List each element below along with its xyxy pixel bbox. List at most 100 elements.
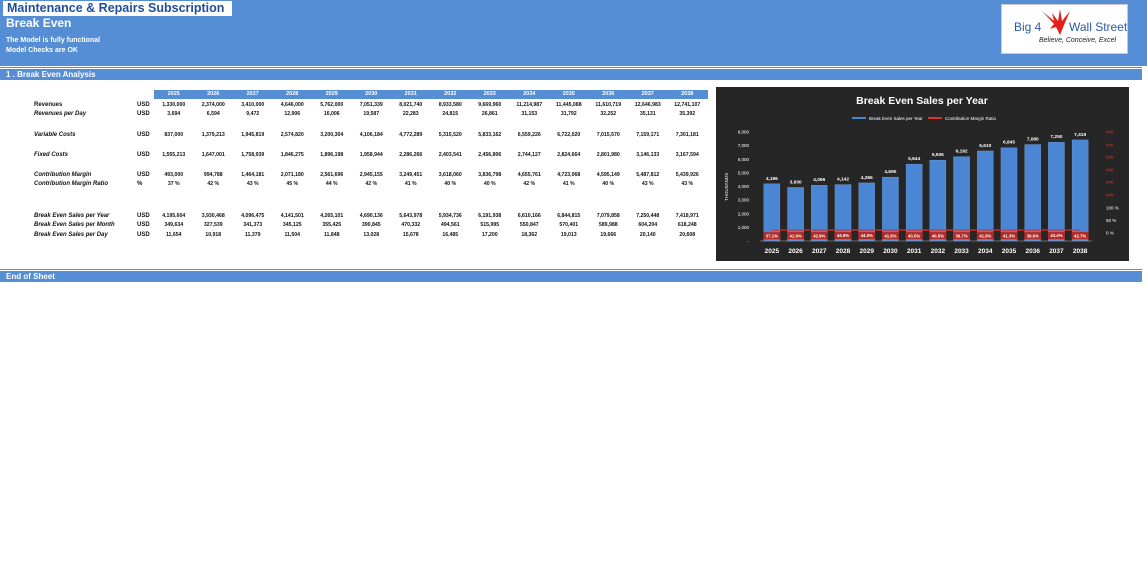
table-cell[interactable]: 7,301,181 (668, 131, 708, 139)
table-cell[interactable]: 4,723,068 (549, 171, 589, 179)
table-cell[interactable]: 12,646,983 (628, 101, 668, 109)
table-cell[interactable]: 3,618,060 (431, 171, 471, 179)
table-cell[interactable]: 31,153 (510, 110, 550, 118)
table-cell[interactable]: 2,403,541 (431, 151, 471, 159)
table-cell[interactable]: 5,315,520 (431, 131, 471, 139)
table-cell[interactable]: 5,833,162 (470, 131, 510, 139)
table-cell[interactable]: 604,204 (628, 221, 668, 229)
table-cell[interactable]: 4,595,149 (589, 171, 629, 179)
table-cell[interactable]: 5,762,000 (312, 101, 352, 109)
table-cell[interactable]: 515,995 (470, 221, 510, 229)
table-cell[interactable]: 4,195,604 (154, 212, 194, 220)
table-cell[interactable]: 13,028 (352, 231, 392, 239)
table-cell[interactable]: 1,945,819 (233, 131, 273, 139)
table-cell[interactable]: 19,013 (549, 231, 589, 239)
table-cell[interactable]: 618,248 (668, 221, 708, 229)
table-cell[interactable]: 6,844,815 (549, 212, 589, 220)
table-cell[interactable]: 390,845 (352, 221, 392, 229)
table-cell[interactable]: 1,846,275 (273, 151, 313, 159)
table-cell[interactable]: 16,006 (312, 110, 352, 118)
table-cell[interactable]: 4,690,136 (352, 212, 392, 220)
table-cell[interactable]: 19,666 (589, 231, 629, 239)
table-cell[interactable]: 3,249,451 (391, 171, 431, 179)
table-cell[interactable]: 2,744,127 (510, 151, 550, 159)
table-cell[interactable]: 42 % (194, 180, 234, 188)
table-cell[interactable]: 7,250,448 (628, 212, 668, 220)
table-cell[interactable]: 3,200,304 (312, 131, 352, 139)
table-cell[interactable]: 4,106,184 (352, 131, 392, 139)
table-cell[interactable]: 11,379 (233, 231, 273, 239)
table-cell[interactable]: 31,792 (549, 110, 589, 118)
table-cell[interactable]: 11,848 (312, 231, 352, 239)
table-cell[interactable]: 10,918 (194, 231, 234, 239)
table-cell[interactable]: 40 % (470, 180, 510, 188)
table-cell[interactable]: 8,021,740 (391, 101, 431, 109)
table-cell[interactable]: 6,559,226 (510, 131, 550, 139)
table-cell[interactable]: 570,401 (549, 221, 589, 229)
table-cell[interactable]: 4,141,501 (273, 212, 313, 220)
table-cell[interactable]: 16,485 (431, 231, 471, 239)
table-cell[interactable]: 41 % (549, 180, 589, 188)
table-cell[interactable]: 17,200 (470, 231, 510, 239)
table-cell[interactable]: 5,487,812 (628, 171, 668, 179)
table-cell[interactable]: 40 % (431, 180, 471, 188)
table-cell[interactable]: 589,988 (589, 221, 629, 229)
table-cell[interactable]: 5,934,736 (431, 212, 471, 220)
table-cell[interactable]: 6,610,166 (510, 212, 550, 220)
table-cell[interactable]: 7,159,171 (628, 131, 668, 139)
table-cell[interactable]: 470,332 (391, 221, 431, 229)
table-cell[interactable]: 3,146,133 (628, 151, 668, 159)
table-cell[interactable]: 837,000 (154, 131, 194, 139)
table-cell[interactable]: 2,286,266 (391, 151, 431, 159)
table-cell[interactable]: 6,722,020 (549, 131, 589, 139)
table-cell[interactable]: 3,410,000 (233, 101, 273, 109)
table-cell[interactable]: 9,472 (233, 110, 273, 118)
table-cell[interactable]: 494,561 (431, 221, 471, 229)
table-cell[interactable]: 12,906 (273, 110, 313, 118)
table-cell[interactable]: 2,574,820 (273, 131, 313, 139)
table-cell[interactable]: 3,167,594 (668, 151, 708, 159)
table-cell[interactable]: 2,561,696 (312, 171, 352, 179)
table-cell[interactable]: 11,654 (154, 231, 194, 239)
table-cell[interactable]: 22,283 (391, 110, 431, 118)
table-cell[interactable]: 11,504 (273, 231, 313, 239)
table-cell[interactable]: 15,678 (391, 231, 431, 239)
table-cell[interactable]: 35,131 (628, 110, 668, 118)
table-cell[interactable]: 20,608 (668, 231, 708, 239)
table-cell[interactable]: 3,836,798 (470, 171, 510, 179)
table-cell[interactable]: 11,445,088 (549, 101, 589, 109)
table-cell[interactable]: 5,643,978 (391, 212, 431, 220)
table-cell[interactable]: 7,015,570 (589, 131, 629, 139)
table-cell[interactable]: 327,539 (194, 221, 234, 229)
table-cell[interactable]: 1,555,213 (154, 151, 194, 159)
table-cell[interactable]: 40 % (589, 180, 629, 188)
table-cell[interactable]: 7,418,971 (668, 212, 708, 220)
table-cell[interactable]: 3,930,468 (194, 212, 234, 220)
table-cell[interactable]: 12,741,107 (668, 101, 708, 109)
table-cell[interactable]: 45 % (273, 180, 313, 188)
table-cell[interactable]: 349,634 (154, 221, 194, 229)
table-cell[interactable]: 1,758,939 (233, 151, 273, 159)
table-cell[interactable]: 1,647,001 (194, 151, 234, 159)
table-cell[interactable]: 9,669,960 (470, 101, 510, 109)
table-cell[interactable]: 32,252 (589, 110, 629, 118)
table-cell[interactable]: 1,896,198 (312, 151, 352, 159)
table-cell[interactable]: 11,214,987 (510, 101, 550, 109)
table-cell[interactable]: 43 % (628, 180, 668, 188)
table-cell[interactable]: 19,587 (352, 110, 392, 118)
table-cell[interactable]: 1,464,181 (233, 171, 273, 179)
table-cell[interactable]: 2,824,664 (549, 151, 589, 159)
table-cell[interactable]: 43 % (668, 180, 708, 188)
table-cell[interactable]: 355,425 (312, 221, 352, 229)
table-cell[interactable]: 11,610,719 (589, 101, 629, 109)
table-cell[interactable]: 550,847 (510, 221, 550, 229)
table-cell[interactable]: 2,801,980 (589, 151, 629, 159)
table-cell[interactable]: 2,456,806 (470, 151, 510, 159)
table-cell[interactable]: 2,374,000 (194, 101, 234, 109)
table-cell[interactable]: 4,646,000 (273, 101, 313, 109)
table-cell[interactable]: 7,079,858 (589, 212, 629, 220)
table-cell[interactable]: 493,000 (154, 171, 194, 179)
table-cell[interactable]: 37 % (154, 180, 194, 188)
table-cell[interactable]: 2,071,180 (273, 171, 313, 179)
table-cell[interactable]: 20,140 (628, 231, 668, 239)
